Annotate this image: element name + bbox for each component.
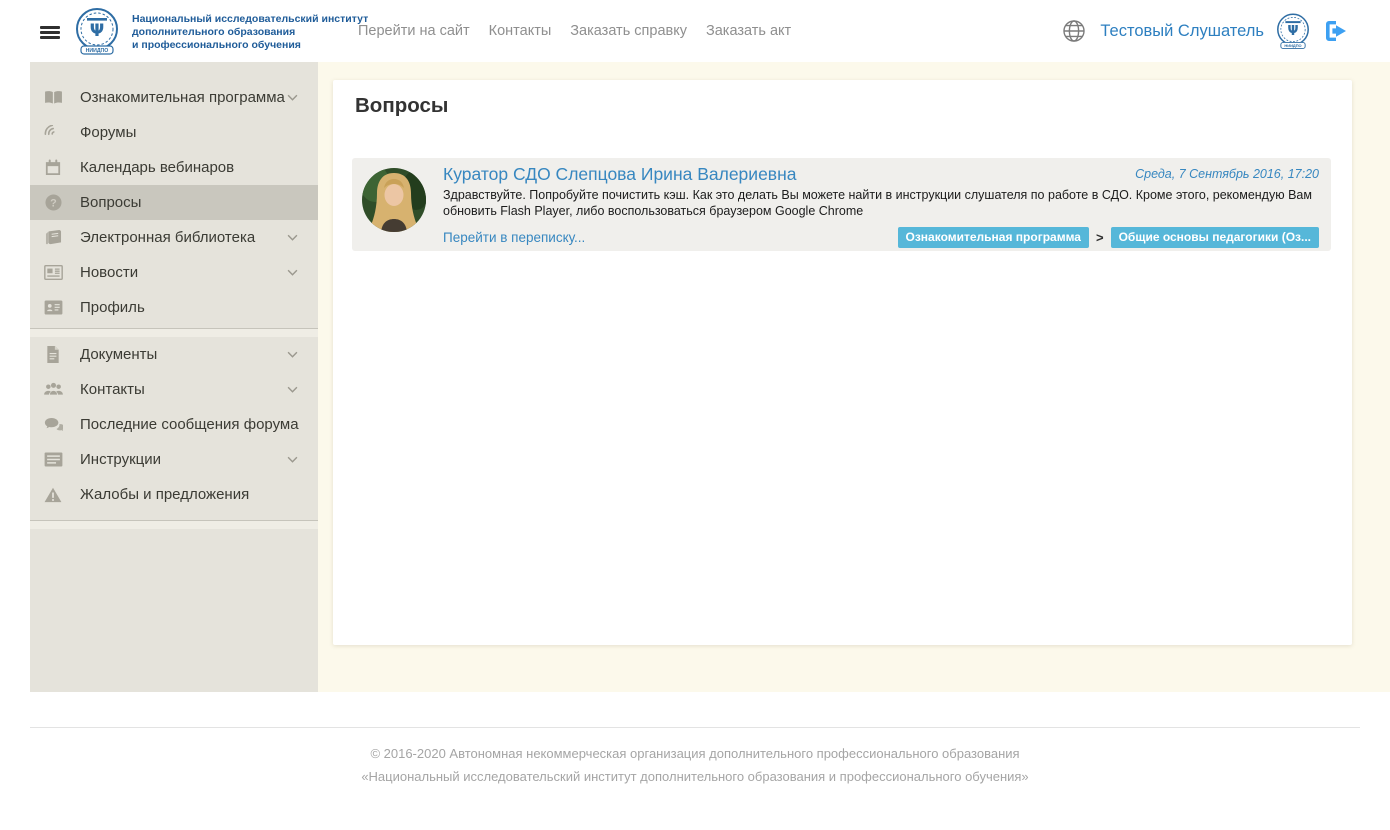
sidebar-item-forums[interactable]: Форумы xyxy=(30,115,318,150)
author-avatar[interactable] xyxy=(362,168,426,232)
users-icon xyxy=(42,382,64,397)
tag-program[interactable]: Ознакомительная программа xyxy=(898,227,1089,248)
nav-go-to-site[interactable]: Перейти на сайт xyxy=(358,23,470,39)
sidebar-item-label: Жалобы и предложения xyxy=(80,486,249,503)
user-area: Тестовый Слушатель Ψ НИИДПО xyxy=(1062,0,1348,62)
institute-name-line: и профессионального обучения xyxy=(132,39,368,52)
logo-banner-text: НИИДПО xyxy=(1284,43,1301,48)
question-circle-icon: ? xyxy=(42,194,64,211)
message-content: Куратор СДО Слепцова Ирина Валериевна Ср… xyxy=(443,164,1319,248)
message-tags: Ознакомительная программа > Общие основы… xyxy=(898,227,1320,248)
sidebar-item-instructions[interactable]: Инструкции xyxy=(30,442,318,477)
comments-icon xyxy=(42,417,64,432)
tag-separator: > xyxy=(1096,230,1104,245)
sidebar-item-label: Документы xyxy=(80,346,157,363)
sidebar-item-label: Форумы xyxy=(80,124,136,141)
chevron-down-icon xyxy=(287,94,298,101)
chevron-down-icon xyxy=(287,351,298,358)
content-panel: Вопросы xyxy=(333,80,1352,645)
id-card-icon xyxy=(42,300,64,315)
sidebar-item-label: Профиль xyxy=(80,299,145,316)
sidebar-item-label: Контакты xyxy=(80,381,145,398)
message-date: Среда, 7 Сентябрь 2016, 17:20 xyxy=(1135,167,1319,181)
tag-course[interactable]: Общие основы педагогики (Оз... xyxy=(1111,227,1319,248)
nav-order-act[interactable]: Заказать акт xyxy=(706,23,791,39)
sidebar-item-label: Новости xyxy=(80,264,138,281)
chevron-down-icon xyxy=(287,386,298,393)
svg-text:?: ? xyxy=(50,197,57,209)
sidebar-item-questions[interactable]: ? Вопросы xyxy=(30,185,318,220)
sidebar-item-label: Инструкции xyxy=(80,451,161,468)
nav-order-certificate[interactable]: Заказать справку xyxy=(570,23,687,39)
message-text: Здравствуйте. Попробуйте почистить кэш. … xyxy=(443,187,1319,220)
book-icon xyxy=(42,230,64,246)
sidebar-divider xyxy=(30,520,318,529)
sidebar-item-documents[interactable]: Документы xyxy=(30,337,318,372)
sidebar-item-contacts[interactable]: Контакты xyxy=(30,372,318,407)
page-footer: © 2016-2020 Автономная некоммерческая ор… xyxy=(0,745,1390,791)
go-to-correspondence-link[interactable]: Перейти в переписку... xyxy=(443,230,585,245)
institute-name-line: дополнительного образования xyxy=(132,26,368,39)
institute-name: Национальный исследовательский институт … xyxy=(132,13,368,53)
newspaper-icon xyxy=(42,265,64,280)
top-navigation: Перейти на сайт Контакты Заказать справк… xyxy=(358,0,791,62)
question-message-card: Куратор СДО Слепцова Ирина Валериевна Ср… xyxy=(352,158,1331,251)
sidebar-item-webinar-calendar[interactable]: Календарь вебинаров xyxy=(30,150,318,185)
logo-banner-text: НИИДПО xyxy=(86,48,109,54)
sidebar-item-profile[interactable]: Профиль xyxy=(30,290,318,325)
sidebar-item-complaints[interactable]: Жалобы и предложения xyxy=(30,477,318,512)
top-header: Ψ НИИДПО Национальный исследовательский … xyxy=(0,0,1390,62)
open-book-icon xyxy=(42,90,64,105)
footer-divider xyxy=(30,727,1360,728)
menu-icon[interactable] xyxy=(40,26,60,39)
user-name-link[interactable]: Тестовый Слушатель xyxy=(1100,22,1264,41)
document-icon xyxy=(42,346,64,363)
sidebar-item-label: Электронная библиотека xyxy=(80,229,255,246)
sidebar-item-label: Вопросы xyxy=(80,194,141,211)
globe-icon[interactable] xyxy=(1062,19,1086,43)
sidebar-item-intro-program[interactable]: Ознакомительная программа xyxy=(30,80,318,115)
sidebar-item-label: Последние сообщения форума xyxy=(80,416,299,433)
sidebar-item-label: Календарь вебинаров xyxy=(80,159,234,176)
calendar-icon xyxy=(42,159,64,176)
sidebar-item-e-library[interactable]: Электронная библиотека xyxy=(30,220,318,255)
svg-text:Ψ: Ψ xyxy=(1288,24,1299,39)
institute-logo[interactable]: Ψ НИИДПО xyxy=(72,6,122,56)
chevron-down-icon xyxy=(287,456,298,463)
main-content: Вопросы xyxy=(318,62,1390,692)
copyright-line: © 2016-2020 Автономная некоммерческая ор… xyxy=(0,745,1390,764)
svg-text:Ψ: Ψ xyxy=(90,21,104,41)
chevron-down-icon xyxy=(287,234,298,241)
institute-logo-emblem: Ψ НИИДПО xyxy=(72,6,122,56)
sidebar: Ознакомительная программа Форумы Календа… xyxy=(30,62,318,692)
page-title: Вопросы xyxy=(355,94,448,118)
logout-icon[interactable] xyxy=(1324,20,1348,42)
sidebar-item-label: Ознакомительная программа xyxy=(80,89,285,106)
forum-icon xyxy=(42,125,64,141)
nav-contacts[interactable]: Контакты xyxy=(489,23,552,39)
author-name-link[interactable]: Куратор СДО Слепцова Ирина Валериевна xyxy=(443,164,797,185)
organization-line: «Национальный исследовательский институт… xyxy=(0,768,1390,787)
chevron-down-icon xyxy=(287,269,298,276)
institute-name-line: Национальный исследовательский институт xyxy=(132,13,368,26)
list-icon xyxy=(42,452,64,467)
user-avatar[interactable]: Ψ НИИДПО xyxy=(1274,12,1312,50)
warning-icon xyxy=(42,487,64,503)
message-footer: Перейти в переписку... Ознакомительная п… xyxy=(443,227,1319,248)
sidebar-divider xyxy=(30,328,318,337)
sidebar-item-latest-forum-posts[interactable]: Последние сообщения форума xyxy=(30,407,318,442)
sidebar-item-news[interactable]: Новости xyxy=(30,255,318,290)
user-avatar-emblem: Ψ НИИДПО xyxy=(1274,12,1312,50)
page: Ψ НИИДПО Национальный исследовательский … xyxy=(0,0,1390,830)
